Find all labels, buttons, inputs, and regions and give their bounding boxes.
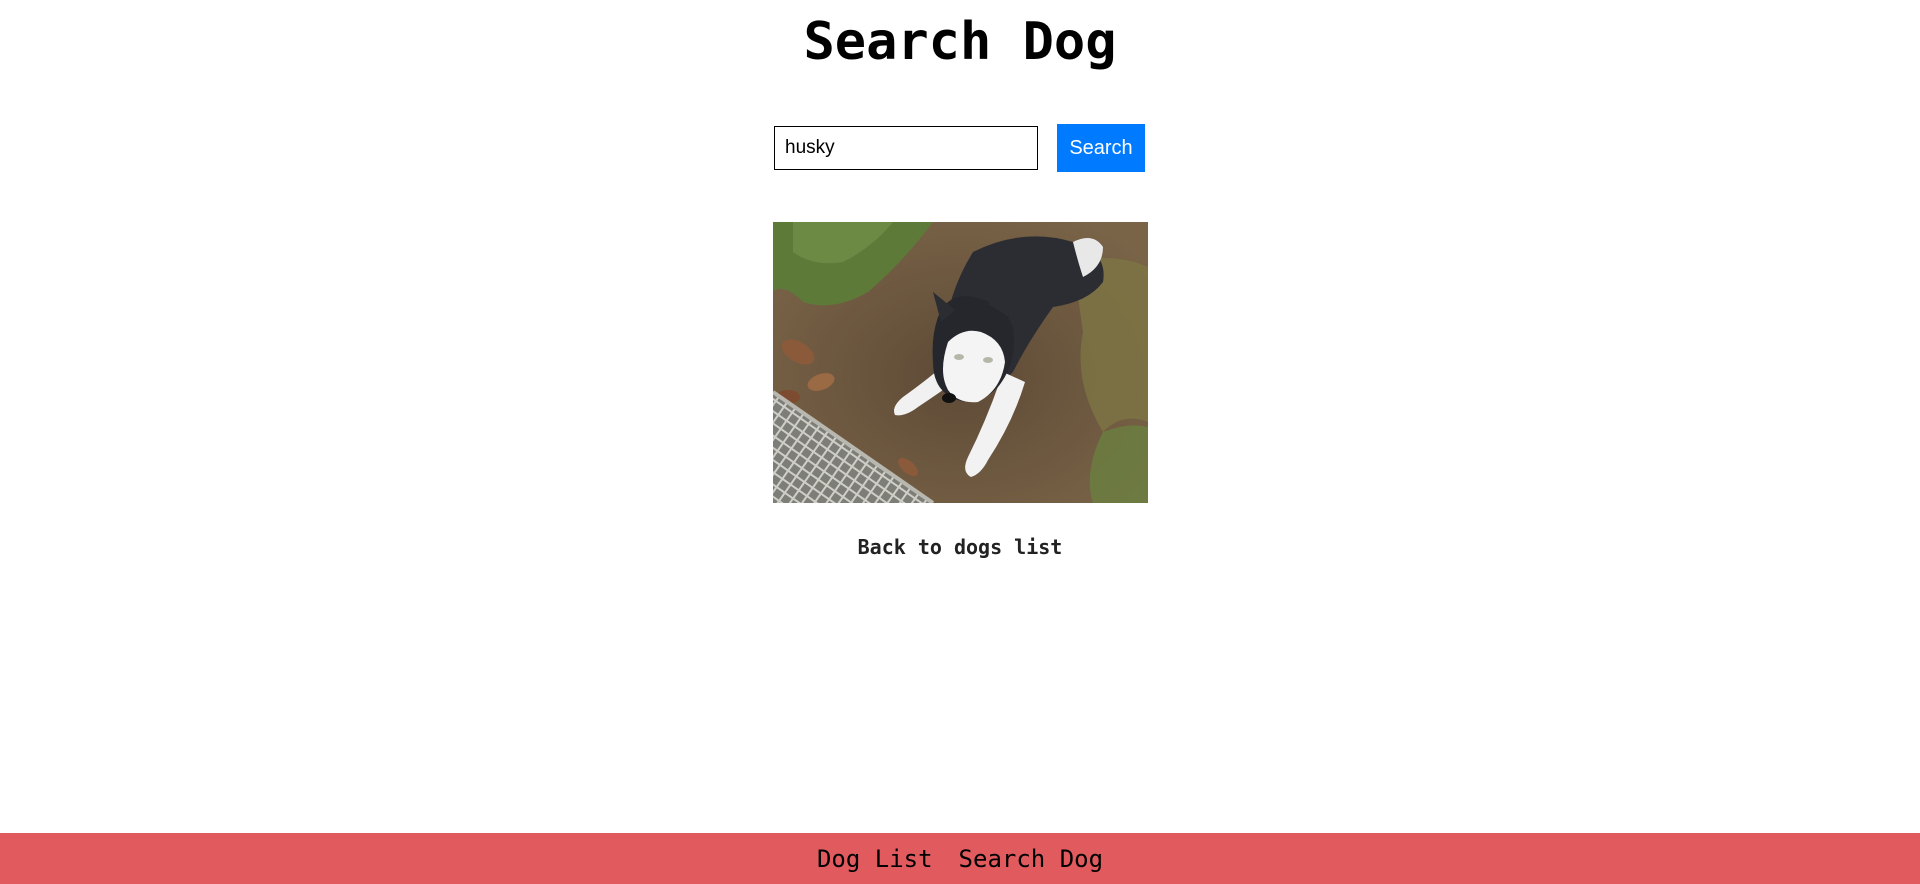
- page-title: Search Dog: [803, 12, 1117, 72]
- search-button[interactable]: Search: [1057, 124, 1145, 172]
- search-input[interactable]: [774, 126, 1038, 170]
- footer-nav: Dog List Search Dog: [0, 833, 1920, 884]
- search-form: Search: [774, 124, 1145, 172]
- footer-link-dog-list[interactable]: Dog List: [817, 844, 933, 874]
- back-link-label[interactable]: Back to dogs list: [858, 535, 1063, 559]
- footer-link-search-dog[interactable]: Search Dog: [959, 844, 1104, 874]
- back-to-dogs-list-link[interactable]: Back to dogs list: [0, 532, 1920, 562]
- dog-image: [773, 222, 1148, 503]
